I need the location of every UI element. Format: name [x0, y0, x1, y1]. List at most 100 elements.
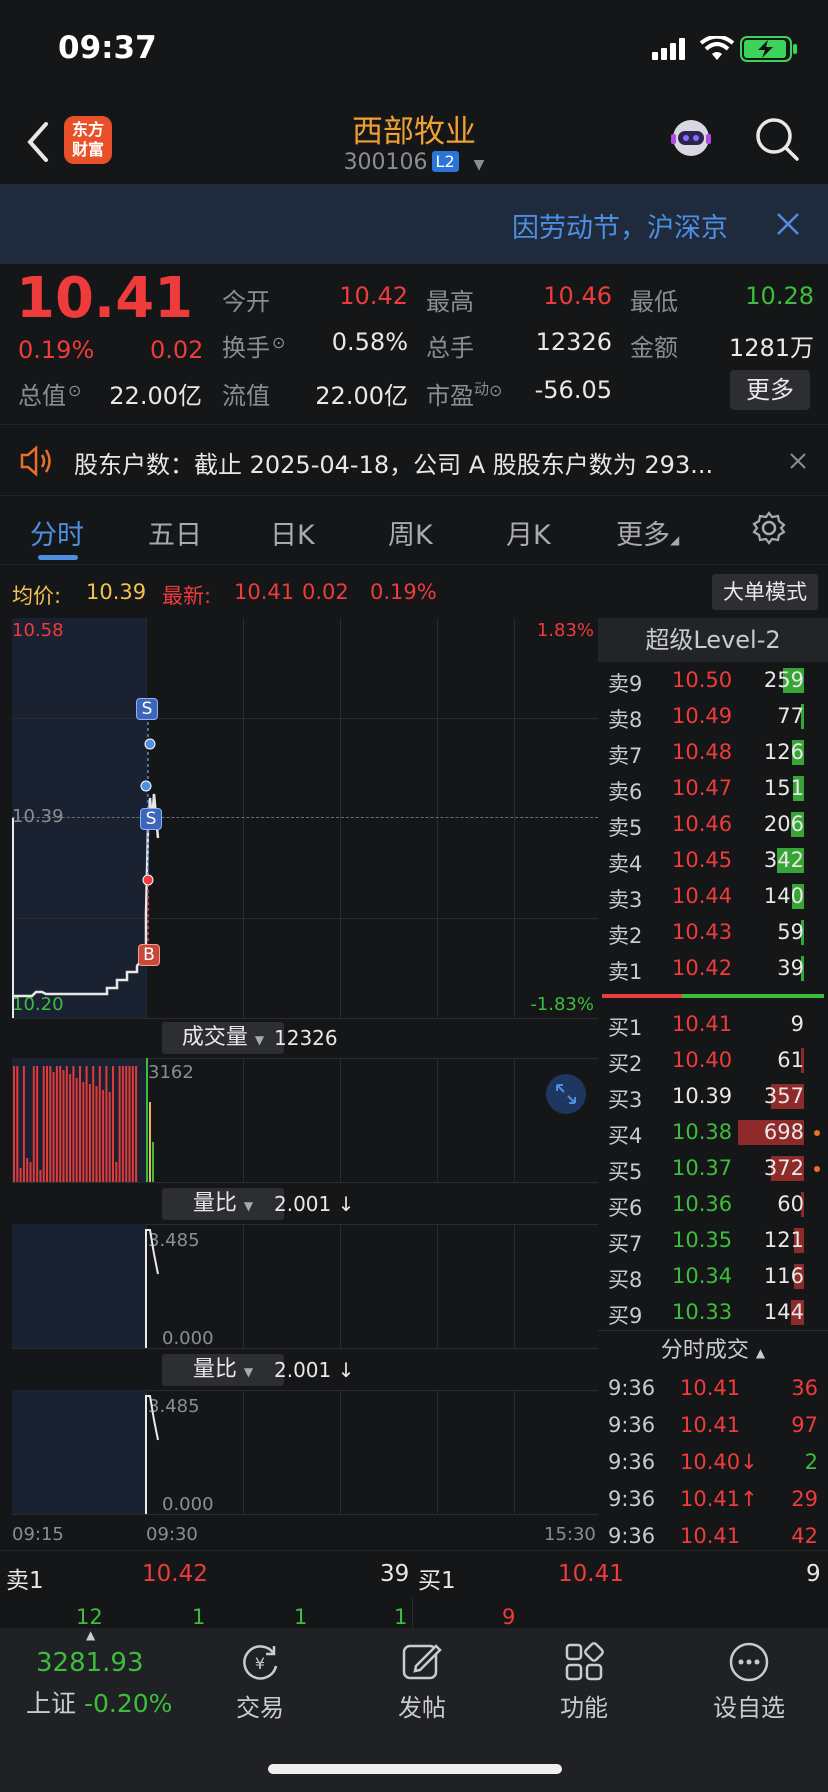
ask-row[interactable]: 卖2 10.43 59: [598, 914, 828, 950]
volume-bar: [59, 1066, 62, 1182]
cellular-signal-icon: [652, 38, 685, 60]
tab-intraday[interactable]: 分时: [30, 513, 84, 552]
change-value: 0.02: [150, 336, 204, 364]
tick-row: 9:36 10.41↑ 29: [598, 1481, 828, 1517]
ask-row[interactable]: 卖6 10.47 151: [598, 770, 828, 806]
more-dots-icon: [729, 1642, 769, 1682]
latest-change: 0.02: [302, 580, 349, 604]
search-icon[interactable]: [754, 116, 800, 162]
bid-level-label: 买3: [608, 1088, 643, 1112]
bid-level-label: 买4: [608, 1124, 643, 1148]
info-icon[interactable]: ⊙: [272, 333, 285, 352]
bid-queue-item: 9: [502, 1605, 516, 1629]
ask-row[interactable]: 卖3 10.44 140: [598, 878, 828, 914]
high-label: 最高: [426, 288, 474, 316]
volume-total: 12326: [274, 1026, 338, 1050]
bid-price: 10.39: [672, 1084, 733, 1108]
ask-queue-item: 1: [294, 1605, 308, 1629]
bid-row[interactable]: 买4 10.38 698: [598, 1114, 828, 1150]
ticks-header[interactable]: 分时成交 ▲: [598, 1330, 828, 1370]
tab-monthly-k[interactable]: 月K: [506, 513, 551, 552]
ask-row[interactable]: 卖1 10.42 39: [598, 950, 828, 986]
open-label: 今开: [222, 288, 270, 316]
tab-weekly-k[interactable]: 周K: [388, 513, 433, 552]
bid-row[interactable]: 买6 10.36 60: [598, 1186, 828, 1222]
bid-row[interactable]: 买3 10.39 357: [598, 1078, 828, 1114]
tab-post[interactable]: 发帖: [382, 1628, 462, 1723]
level2-title: 超级Level-2: [645, 626, 781, 654]
index-value[interactable]: 3281.93: [36, 1648, 144, 1678]
robot-assistant-icon[interactable]: [666, 114, 716, 164]
big-order-mode-button[interactable]: 大单模式: [712, 574, 818, 610]
pe-label: 市盈动⊙: [426, 380, 503, 410]
tab-functions-label: 功能: [560, 1694, 608, 1722]
ask-volume: 140: [763, 884, 804, 908]
ask-price: 10.42: [672, 956, 733, 980]
bid-level-label: 买8: [608, 1268, 643, 1292]
ratio-pre-shade: [12, 1390, 146, 1514]
close-icon[interactable]: [790, 453, 806, 469]
bid1-price: 10.41: [558, 1561, 624, 1587]
tick-time: 9:36: [608, 1487, 656, 1511]
ask-volume: 259: [763, 668, 804, 692]
open-value: 10.42: [339, 282, 408, 310]
bid-volume: 357: [763, 1084, 804, 1108]
ask-row[interactable]: 卖7 10.48 126: [598, 734, 828, 770]
stock-code: 300106: [343, 150, 428, 175]
bid-row[interactable]: 买8 10.34 116: [598, 1258, 828, 1294]
tab-more[interactable]: 更多◢: [616, 513, 679, 552]
bid-row[interactable]: 买7 10.35 121: [598, 1222, 828, 1258]
bid-row[interactable]: 买9 10.33 144: [598, 1294, 828, 1330]
bid-row[interactable]: 买2 10.40 61: [598, 1042, 828, 1078]
volume-bar: [95, 1086, 98, 1182]
level2-badge: L2: [431, 151, 459, 172]
volume-bar: [26, 1158, 29, 1182]
volume-indicator-button[interactable]: 成交量 ▼: [162, 1022, 284, 1054]
ask-price: 10.49: [672, 704, 733, 728]
volume-bar: [49, 1066, 52, 1182]
tab-functions[interactable]: 功能: [544, 1628, 624, 1723]
notice-banner[interactable]: 因劳动节，沪深京: [0, 184, 828, 264]
level2-header[interactable]: 超级Level-2: [598, 618, 828, 662]
status-time: 09:37: [58, 30, 157, 66]
settings-gear-icon[interactable]: [752, 511, 786, 545]
bid-row[interactable]: 买1 10.41 9: [598, 1006, 828, 1042]
more-button[interactable]: 更多: [730, 370, 810, 410]
ratio-value: 2.001 ↓: [274, 1192, 355, 1216]
shareholder-announcement[interactable]: 股东户数：截止 2025-04-18，公司 A 股股东户数为 293...: [0, 424, 828, 496]
ask-row[interactable]: 卖9 10.50 259: [598, 662, 828, 698]
tab-five-day[interactable]: 五日: [148, 513, 202, 552]
ratio-indicator-button[interactable]: 量比 ▼: [162, 1354, 284, 1386]
bid-volume: 121: [763, 1228, 804, 1252]
close-icon[interactable]: [776, 212, 800, 236]
tab-trade[interactable]: ¥ 交易: [220, 1628, 300, 1723]
ask-level-label: 卖4: [608, 852, 643, 876]
info-icon[interactable]: ⊙: [489, 381, 502, 400]
current-price: 10.41: [16, 266, 194, 331]
intraday-chart-area[interactable]: 10.58 1.83% 10.39 10.20 -1.83% S S B 成交量…: [12, 618, 598, 1518]
sell-marker[interactable]: S: [140, 808, 162, 830]
ask-row[interactable]: 卖8 10.49 77: [598, 698, 828, 734]
tab-daily-k[interactable]: 日K: [270, 513, 315, 552]
volume-bar: [62, 1070, 65, 1182]
bid-row[interactable]: 买5 10.37 372: [598, 1150, 828, 1186]
index-row[interactable]: 上证 -0.20%: [26, 1684, 172, 1720]
expand-chart-button[interactable]: [546, 1074, 586, 1114]
ask-row[interactable]: 卖5 10.46 206: [598, 806, 828, 842]
volume-bar: [146, 1058, 148, 1182]
tab-add-watchlist[interactable]: 设自选: [704, 1628, 794, 1723]
ask-row[interactable]: 卖4 10.45 342: [598, 842, 828, 878]
volume-bar: [13, 1066, 15, 1182]
wifi-icon: [700, 36, 734, 60]
sell-marker[interactable]: S: [136, 698, 158, 720]
volume-bar: [75, 1078, 78, 1182]
large-order-dot: [814, 1094, 820, 1100]
ask1-label: 卖1: [6, 1568, 44, 1594]
volume-label: 总手: [426, 334, 474, 362]
ask-bid-ratio-bar: [602, 994, 824, 998]
ratio-indicator-button[interactable]: 量比 ▼: [162, 1188, 284, 1220]
info-icon[interactable]: ⊙: [68, 381, 81, 400]
buy-marker[interactable]: B: [138, 944, 160, 966]
volume-bar: [22, 1066, 25, 1182]
expand-icon: [556, 1084, 576, 1104]
